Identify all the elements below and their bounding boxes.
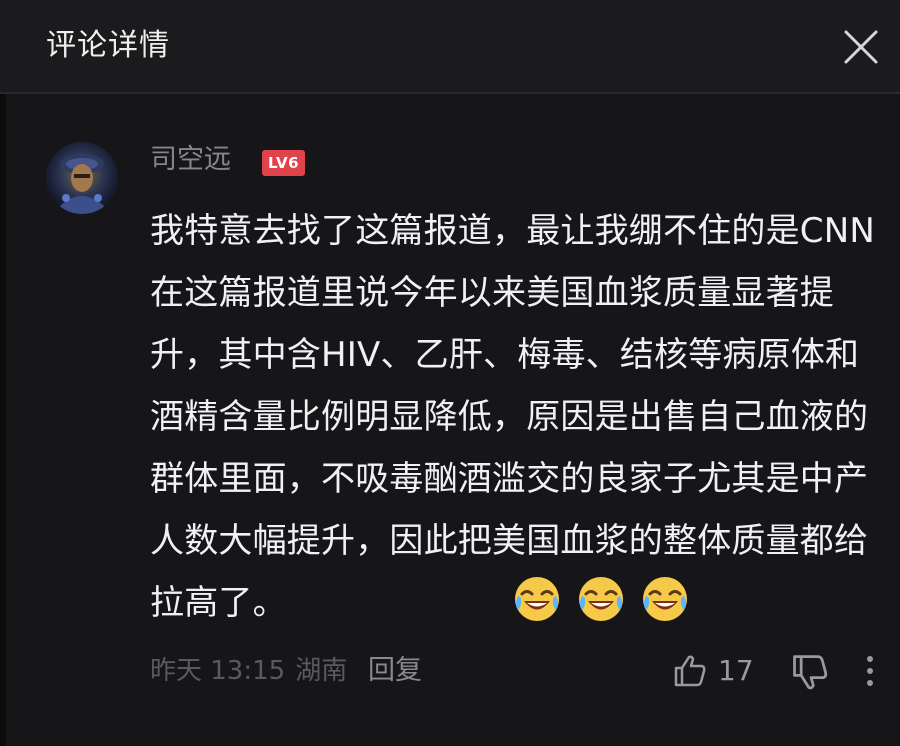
comment-location: 湖南 (295, 656, 348, 686)
close-icon (844, 30, 878, 64)
avatar[interactable] (46, 142, 118, 214)
dislike-button[interactable] (790, 650, 830, 692)
header-divider (0, 92, 900, 94)
emoji-row (512, 574, 690, 626)
comment-time: 昨天 13:15 (150, 656, 286, 686)
more-vertical-icon (867, 656, 873, 686)
level-badge: LV6 (262, 150, 306, 176)
left-edge-divider (0, 0, 6, 746)
more-options-button[interactable] (860, 650, 880, 692)
header-bar: 评论详情 (0, 0, 900, 92)
page-title: 评论详情 (46, 28, 170, 63)
thumbs-up-icon (674, 655, 706, 687)
laugh-cry-emoji-icon (643, 577, 687, 621)
close-button[interactable] (838, 24, 884, 70)
laugh-cry-emoji-icon (515, 577, 559, 621)
thumbs-down-icon (793, 655, 828, 690)
like-count: 17 (718, 654, 754, 687)
like-button[interactable]: 17 (672, 648, 754, 694)
avatar-image (46, 142, 118, 214)
comment-detail-page: 评论详情 司空远 LV6 我特意去找了这篇报道，最让我绷不住的是CNN在这篇报道… (0, 0, 900, 746)
comment-text: 我特意去找了这篇报道，最让我绷不住的是CNN在这篇报道里说今年以来美国血浆质量显… (150, 211, 876, 623)
comment-username[interactable]: 司空远 (150, 140, 231, 180)
reply-button[interactable]: 回复 (368, 648, 422, 694)
comment-meta: 昨天 13:15 湖南 (150, 648, 347, 694)
laugh-cry-emoji-icon (579, 577, 623, 621)
